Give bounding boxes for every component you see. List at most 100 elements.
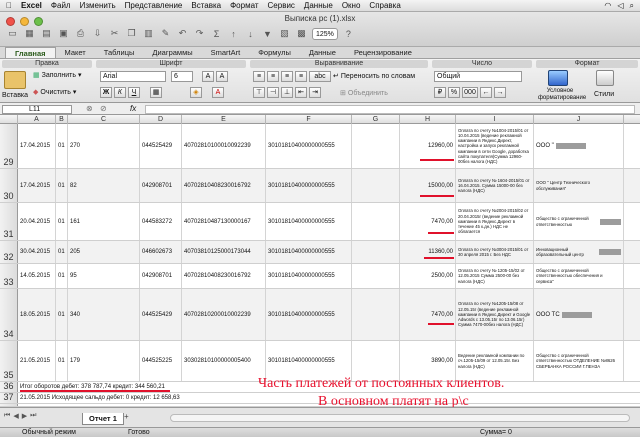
cell-note[interactable]: Оплата по счету №1004-2015/01 от 10.04.2… bbox=[456, 124, 534, 168]
row-header[interactable]: 32 bbox=[0, 241, 18, 263]
cell-amount[interactable]: 15000,00 bbox=[400, 169, 456, 202]
font-name-field[interactable]: Arial bbox=[100, 71, 166, 82]
open-icon[interactable]: ▤ bbox=[40, 27, 53, 40]
percent-button[interactable]: % bbox=[448, 87, 460, 98]
cell-note[interactable]: Оплата по счету №1205-15/08 от 12.05.15г… bbox=[456, 289, 534, 340]
cell-d[interactable]: 042908701 bbox=[140, 264, 182, 288]
font-size-field[interactable]: 6 bbox=[171, 71, 193, 82]
column-header-d[interactable]: D bbox=[140, 115, 182, 124]
font-color-button[interactable]: A bbox=[212, 87, 224, 98]
menu-help[interactable]: Справка bbox=[369, 1, 400, 10]
cell-c[interactable]: 205 bbox=[68, 241, 140, 263]
cell-note[interactable]: Оплата по счету № 1604-2015/01 от 16.04.… bbox=[456, 169, 534, 202]
column-header-j[interactable]: J bbox=[534, 115, 624, 124]
templates-icon[interactable]: ▦ bbox=[23, 27, 36, 40]
increase-decimal-button[interactable]: ← bbox=[480, 87, 492, 98]
select-all-corner[interactable] bbox=[0, 115, 18, 124]
menu-edit[interactable]: Изменить bbox=[80, 1, 116, 10]
cell-d[interactable]: 044583272 bbox=[140, 203, 182, 240]
conditional-format-button[interactable]: Условное форматирование bbox=[538, 88, 586, 102]
cell-g[interactable] bbox=[352, 264, 400, 288]
fill-button[interactable]: ▦ Заполнить ▾ bbox=[33, 71, 82, 80]
shrink-font-button[interactable]: A bbox=[216, 71, 228, 82]
cell-c[interactable]: 95 bbox=[68, 264, 140, 288]
cell-client[interactable]: Общество с ограниченной ответственностью… bbox=[534, 341, 624, 381]
prev-sheet-icon[interactable]: ◀ bbox=[13, 412, 18, 420]
copy-icon[interactable]: ❐ bbox=[125, 27, 138, 40]
align-right-icon[interactable]: ≡ bbox=[281, 71, 293, 82]
apple-icon[interactable]:  bbox=[6, 1, 12, 10]
cell-date[interactable]: 21.05.2015 bbox=[18, 341, 56, 381]
valign-middle-icon[interactable]: ⊣ bbox=[267, 87, 279, 98]
tab-home[interactable]: Главная bbox=[5, 47, 56, 58]
cell-e[interactable]: 40702810408230016792 bbox=[182, 169, 266, 202]
paste-icon[interactable]: ▥ bbox=[142, 27, 155, 40]
cell-g[interactable] bbox=[352, 169, 400, 202]
cell-date[interactable]: 14.05.2015 bbox=[18, 264, 56, 288]
toolbox-icon[interactable]: ▩ bbox=[295, 27, 308, 40]
redo-icon[interactable]: ↷ bbox=[193, 27, 206, 40]
valign-bottom-icon[interactable]: ⊥ bbox=[281, 87, 293, 98]
autosum-icon[interactable]: Σ bbox=[210, 27, 223, 40]
thousands-button[interactable]: 000 bbox=[462, 87, 478, 98]
add-sheet-button[interactable]: + bbox=[124, 412, 129, 421]
cell-date[interactable]: 17.04.2015 bbox=[18, 124, 56, 168]
menu-format[interactable]: Формат bbox=[230, 1, 258, 10]
cell-c[interactable]: 161 bbox=[68, 203, 140, 240]
borders-button[interactable]: ▦ bbox=[150, 87, 162, 98]
cell-e[interactable]: 40702810487130000167 bbox=[182, 203, 266, 240]
column-header-e[interactable]: E bbox=[182, 115, 266, 124]
cell-client[interactable]: Инновационный образовательный центр bbox=[534, 241, 624, 263]
cell-c[interactable]: 179 bbox=[68, 341, 140, 381]
cell-client[interactable]: Общество с ограниченной ответственностью bbox=[534, 203, 624, 240]
cell-g[interactable] bbox=[352, 203, 400, 240]
horizontal-scrollbar[interactable] bbox=[170, 414, 630, 422]
cell-b[interactable]: 01 bbox=[56, 289, 68, 340]
currency-button[interactable]: ₽ bbox=[434, 87, 446, 98]
fx-icon[interactable]: fx bbox=[130, 104, 136, 113]
cell-date[interactable]: 18.05.2015 bbox=[18, 289, 56, 340]
cell-g[interactable] bbox=[352, 341, 400, 381]
confirm-formula-icon[interactable]: ⊘ bbox=[100, 104, 107, 113]
paste-button[interactable]: Вставка bbox=[2, 92, 28, 99]
styles-button[interactable]: Стили bbox=[594, 91, 614, 98]
cell-f[interactable]: 30101810400000000555 bbox=[266, 169, 352, 202]
first-sheet-icon[interactable]: ⏮ bbox=[4, 412, 10, 420]
cell-f[interactable]: 30101810400000000555 bbox=[266, 203, 352, 240]
bold-button[interactable]: Ж bbox=[100, 87, 112, 98]
column-header-g[interactable]: G bbox=[352, 115, 400, 124]
tab-layout[interactable]: Макет bbox=[56, 47, 95, 58]
undo-icon[interactable]: ↶ bbox=[176, 27, 189, 40]
cell-d[interactable]: 044525429 bbox=[140, 289, 182, 340]
zoom-select[interactable]: 125% bbox=[312, 27, 338, 40]
tab-data[interactable]: Данные bbox=[300, 47, 345, 58]
search-icon[interactable]: ⌕ bbox=[630, 1, 634, 11]
tab-charts[interactable]: Диаграммы bbox=[143, 47, 201, 58]
fill-color-button[interactable]: ◈ bbox=[190, 87, 202, 98]
cell-g[interactable] bbox=[352, 289, 400, 340]
format-painter-icon[interactable]: ✎ bbox=[159, 27, 172, 40]
last-sheet-icon[interactable]: ⏭ bbox=[30, 412, 36, 420]
cell-g[interactable] bbox=[352, 241, 400, 263]
cell-d[interactable]: 046602673 bbox=[140, 241, 182, 263]
cut-icon[interactable]: ✂ bbox=[108, 27, 121, 40]
column-header-f[interactable]: F bbox=[266, 115, 352, 124]
italic-button[interactable]: К bbox=[114, 87, 126, 98]
help-icon[interactable]: ? bbox=[342, 27, 355, 40]
decrease-decimal-button[interactable]: → bbox=[494, 87, 506, 98]
cell-b[interactable]: 01 bbox=[56, 341, 68, 381]
menu-view[interactable]: Представление bbox=[125, 1, 183, 10]
cell-f[interactable]: 30101810400000000555 bbox=[266, 341, 352, 381]
cell-date[interactable]: 17.04.2015 bbox=[18, 169, 56, 202]
row-header[interactable]: 37 bbox=[0, 392, 18, 403]
align-justify-icon[interactable]: ≡ bbox=[295, 71, 307, 82]
menu-tools[interactable]: Сервис bbox=[268, 1, 295, 10]
cell-note[interactable]: Оплата по счету № 1205-15/02 от 12.05.20… bbox=[456, 264, 534, 288]
cell-note[interactable]: Ведение рекламной компании по сч.1205-15… bbox=[456, 341, 534, 381]
cell-amount[interactable]: 7470,00 bbox=[400, 203, 456, 240]
cell-client[interactable]: Общество с ограниченной ответственностью… bbox=[534, 264, 624, 288]
cell-f[interactable]: 30101810400000000555 bbox=[266, 124, 352, 168]
cell-note[interactable]: Оплата по счету №2004-2015/02 от 20.04.2… bbox=[456, 203, 534, 240]
next-sheet-icon[interactable]: ▶ bbox=[22, 412, 27, 420]
formula-input[interactable] bbox=[145, 105, 635, 114]
